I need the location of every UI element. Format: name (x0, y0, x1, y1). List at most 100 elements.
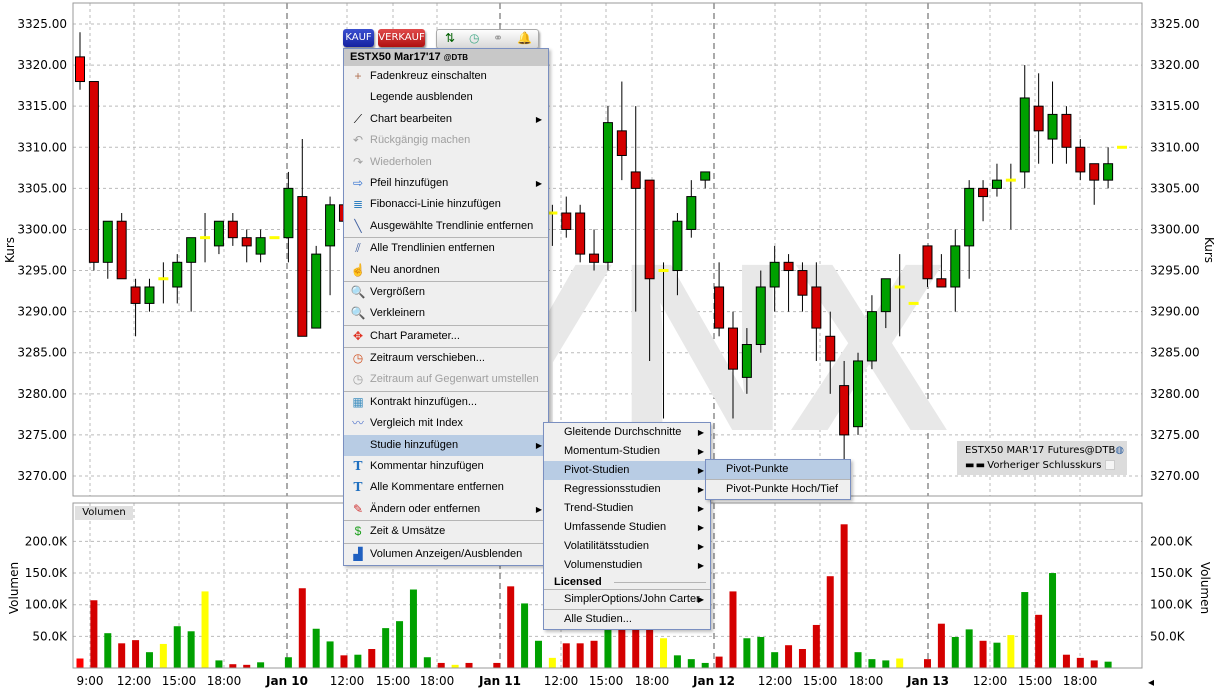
volume-tick-label: 100.0K (25, 598, 68, 612)
menu-item-volatilitätsstudien[interactable]: Volatilitätsstudien ▶ (544, 537, 710, 556)
menu-item-simpleroptions-john-carter[interactable]: SimplerOptions/John Carter ▶ (544, 589, 710, 609)
volume-tick-label-right: 100.0K (1150, 598, 1193, 612)
volume-bar (673, 655, 681, 668)
candle-body (283, 187, 294, 239)
bell-icon[interactable]: 🔔 (517, 31, 532, 45)
candle-body (797, 270, 808, 296)
candle-body (561, 212, 572, 230)
menu-item-gleitende-durchschnitte[interactable]: Gleitende Durchschnitte ▶ (544, 423, 710, 442)
volume-bar (923, 659, 931, 668)
menu-item-pivot-studien[interactable]: Pivot-Studien ▶ (544, 461, 710, 480)
dashed-line-icon: ▬ ▬ (965, 460, 985, 471)
menu-item-verkleinern[interactable]: 🔍 Verkleinern (344, 303, 548, 324)
x-tick-label: 12:00 (117, 674, 152, 688)
volume-bar (340, 655, 348, 668)
menu-item-label: Ausgewählte Trendlinie entfernen (370, 219, 534, 232)
candle-doji (908, 301, 919, 305)
price-tick-label: 3325.00 (17, 17, 67, 31)
volume-bar (660, 638, 668, 668)
menu-item-vergleich-mit-index[interactable]: 〰 Vergleich mit Index (344, 413, 548, 434)
menu-item-volumenstudien[interactable]: Volumenstudien ▶ (544, 556, 710, 575)
menu-item-neu-anordnen[interactable]: ☝ Neu anordnen (344, 260, 548, 281)
contract-add-icon: ▦ (352, 394, 364, 409)
volume-bar (326, 641, 334, 668)
price-tick-label-right: 3325.00 (1150, 17, 1200, 31)
volume-bar (396, 621, 404, 668)
context-menu-title: ESTX50 Mar17'17 @DTB (344, 49, 548, 66)
globe-icon[interactable]: ◍ (1115, 445, 1124, 456)
arrow-icon: ⇨ (352, 175, 364, 190)
candle-body (1019, 97, 1030, 173)
candle-body (75, 56, 85, 83)
price-tick-label-right: 3320.00 (1150, 58, 1200, 72)
volume-bar (576, 643, 584, 668)
link-icon[interactable]: ⚭ (493, 31, 503, 45)
submenu-arrow-icon: ▶ (697, 485, 704, 494)
menu-item-label: Chart Parameter... (370, 329, 460, 342)
candle-body (936, 278, 947, 288)
menu-item-fibonacci-linie-hinzufügen[interactable]: ≣ Fibonacci-Linie hinzufügen (344, 194, 548, 215)
menu-item-zeit-umsätze[interactable]: $ Zeit & Umsätze (344, 520, 548, 542)
time-sales-icon: $ (354, 524, 362, 539)
menu-item-pivot-punkte[interactable]: Pivot-Punkte (706, 460, 850, 479)
clock-add-icon[interactable]: ◷ (469, 31, 479, 45)
candle-body (325, 204, 336, 247)
checkbox-icon[interactable] (1104, 460, 1115, 470)
menu-item-label: Vergrößern (370, 285, 426, 298)
menu-item-ausgewählte-trendlinie-entfernen[interactable]: ╲ Ausgewählte Trendlinie entfernen (344, 216, 548, 237)
menu-item-alle-kommentare-entfernen[interactable]: T Alle Kommentare entfernen (344, 477, 548, 498)
menu-item-ändern-oder-entfernen[interactable]: ✎ Ändern oder entfernen ▶ (344, 499, 548, 520)
menu-item-kommentar-hinzufügen[interactable]: T Kommentar hinzufügen (344, 456, 548, 477)
buy-button[interactable]: KAUF (343, 29, 374, 47)
price-axis-title-right: Kurs (1202, 237, 1216, 263)
menu-item-regressionsstudien[interactable]: Regressionsstudien ▶ (544, 480, 710, 499)
menu-item-chart-bearbeiten[interactable]: ⟋ Chart bearbeiten ▶ (344, 109, 548, 130)
menu-item-chart-parameter[interactable]: ✥ Chart Parameter... (344, 324, 548, 347)
submenu-arrow-icon: ▶ (697, 447, 704, 456)
price-tick-label: 3270.00 (17, 469, 67, 483)
candle-body (616, 130, 627, 156)
price-tick-label: 3315.00 (17, 99, 67, 113)
sell-button[interactable]: VERKAUF (378, 29, 425, 47)
volume-bar (840, 524, 848, 668)
zoom-out-icon: 🔍 (350, 306, 366, 321)
menu-item-pivot-punkte-hoch-tief[interactable]: Pivot-Punkte Hoch/Tief (706, 479, 850, 499)
menu-item-alle-trendlinien-entfernen[interactable]: ⫽ Alle Trendlinien entfernen (344, 237, 548, 259)
price-tick-label: 3280.00 (17, 387, 67, 401)
menu-item-trend-studien[interactable]: Trend-Studien ▶ (544, 499, 710, 518)
volume-bar (493, 662, 501, 668)
price-tick-label-right: 3275.00 (1150, 428, 1200, 442)
menu-item-vergrößern[interactable]: 🔍 Vergrößern (344, 280, 548, 303)
price-tick-label-right: 3300.00 (1150, 222, 1200, 236)
menu-item-kontrakt-hinzufügen[interactable]: ▦ Kontrakt hinzufügen... (344, 390, 548, 413)
volume-bar (1090, 660, 1098, 668)
menu-item-label: Legende ausblenden (370, 91, 473, 104)
menu-item-zeitraum-verschieben[interactable]: ◷ Zeitraum verschieben... (344, 347, 548, 369)
menu-item-label: Zeitraum verschieben... (370, 352, 485, 365)
menu-item-pfeil-hinzufügen[interactable]: ⇨ Pfeil hinzufügen ▶ (344, 173, 548, 194)
menu-item-momentum-studien[interactable]: Momentum-Studien ▶ (544, 442, 710, 461)
volume-bar (812, 624, 820, 668)
up-down-arrows-icon[interactable]: ⇅ (445, 31, 455, 45)
chart-legend[interactable]: ESTX50 MAR'17 Futures@DTB ◍ ▬ ▬ Vorherig… (957, 441, 1127, 475)
volume-bar (1007, 635, 1015, 668)
x-tick-label: 15:00 (803, 674, 838, 688)
menu-item-label: Vergleich mit Index (370, 417, 463, 430)
menu-item-legende-ausblenden[interactable]: Legende ausblenden (344, 87, 548, 108)
candle-body (700, 171, 711, 181)
volume-bar (145, 652, 153, 668)
volume-bar (604, 630, 612, 668)
menu-item-label: Rückgängig machen (370, 134, 471, 147)
menu-item-umfassende-studien[interactable]: Umfassende Studien ▶ (544, 518, 710, 537)
menu-item-volumen-anzeigen-ausblenden[interactable]: ▟ Volumen Anzeigen/Ausblenden (344, 542, 548, 565)
undo-icon: ↶ (352, 133, 364, 148)
menu-item-label: Fibonacci-Linie hinzufügen (370, 198, 501, 211)
menu-item-studie-hinzufügen[interactable]: Studie hinzufügen ▶ (344, 434, 548, 457)
menu-item-fadenkreuz-einschalten[interactable]: + Fadenkreuz einschalten (344, 66, 548, 87)
x-tick-label: 15:00 (1018, 674, 1053, 688)
candle-body (589, 253, 600, 263)
submenu-arrow-icon: ▶ (535, 504, 542, 514)
menu-item-alle-studien[interactable]: Alle Studien... (544, 609, 710, 629)
volume-bar (1049, 573, 1057, 668)
volume-bar (798, 649, 806, 668)
